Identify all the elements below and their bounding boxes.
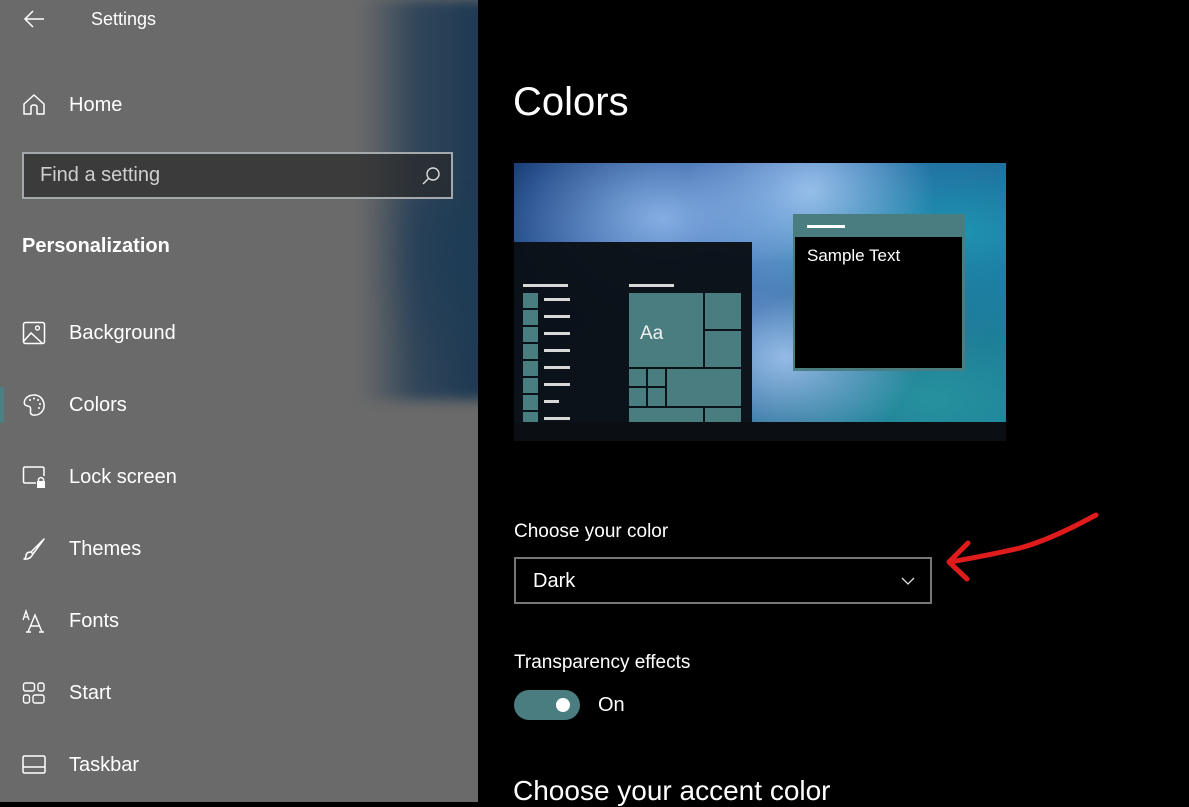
- theme-preview: Aa Sample Text: [514, 163, 1006, 441]
- page-title: Colors: [513, 80, 629, 124]
- preview-taskbar: [514, 422, 1006, 441]
- sidebar-item-label: Fonts: [69, 610, 120, 632]
- search-icon[interactable]: [421, 166, 441, 186]
- preview-app-square: [523, 293, 538, 308]
- accent-color-heading: Choose your accent color: [513, 775, 831, 806]
- palette-icon: [23, 394, 45, 416]
- preview-tile: [705, 331, 741, 367]
- preview-tile: [629, 388, 646, 406]
- choose-color-label: Choose your color: [514, 521, 669, 542]
- preview-start-menu: [514, 242, 752, 428]
- sidebar-item-label: Background: [69, 322, 176, 344]
- preview-line: [544, 315, 570, 318]
- preview-app-square: [523, 327, 538, 342]
- preview-window-body: Sample Text: [795, 237, 962, 368]
- sidebar-item-colors[interactable]: Colors: [0, 380, 478, 430]
- sidebar-item-background[interactable]: Background: [0, 308, 478, 358]
- sidebar-item-label: Start: [69, 682, 112, 704]
- search-box: [22, 152, 453, 199]
- home-icon: [23, 94, 45, 115]
- preview-tile: [667, 369, 741, 406]
- title-bar: Settings: [0, 0, 478, 40]
- search-input[interactable]: [40, 154, 410, 197]
- toggle-knob: [556, 698, 570, 712]
- sidebar: Settings Home Personalization Background: [0, 0, 478, 802]
- toggle-state-label: On: [598, 694, 625, 716]
- preview-line: [629, 284, 674, 287]
- sidebar-item-fonts[interactable]: Fonts: [0, 596, 478, 646]
- preview-line: [544, 383, 570, 386]
- sidebar-item-lock-screen[interactable]: Lock screen: [0, 452, 478, 502]
- chevron-down-icon: [901, 577, 915, 585]
- fonts-icon: [22, 609, 44, 633]
- preview-sample-text: Sample Text: [807, 246, 901, 265]
- sidebar-item-label: Themes: [69, 538, 142, 560]
- main-content: Colors Aa Sample Text Choose your color …: [478, 0, 1189, 806]
- choose-color-dropdown[interactable]: Dark: [514, 557, 932, 604]
- preview-app-square: [523, 344, 538, 359]
- preview-line: [544, 349, 570, 352]
- preview-tile: [629, 369, 646, 386]
- preview-line: [544, 366, 570, 369]
- active-indicator: [0, 387, 4, 423]
- preview-tile-text: Aa: [640, 323, 664, 344]
- start-tiles-icon: [22, 682, 45, 704]
- preview-line: [544, 298, 570, 301]
- transparency-toggle[interactable]: [514, 690, 580, 720]
- picture-icon: [22, 321, 46, 345]
- preview-tile: [705, 293, 741, 329]
- preview-line: [544, 400, 559, 403]
- preview-title-line: [807, 225, 845, 228]
- sidebar-item-label: Lock screen: [69, 466, 177, 488]
- taskbar-icon: [22, 755, 46, 774]
- back-button[interactable]: [22, 6, 48, 32]
- brush-icon: [23, 538, 45, 560]
- sidebar-item-label: Home: [69, 94, 123, 116]
- preview-app-square: [523, 361, 538, 376]
- preview-app-square: [523, 378, 538, 393]
- preview-tile: [648, 369, 665, 386]
- transparency-label: Transparency effects: [514, 652, 691, 673]
- sidebar-item-label: Colors: [69, 394, 127, 416]
- sidebar-item-taskbar[interactable]: Taskbar: [0, 740, 478, 790]
- preview-app-square: [523, 310, 538, 325]
- sidebar-item-home[interactable]: Home: [0, 80, 478, 130]
- preview-window: Sample Text: [793, 214, 965, 371]
- back-arrow-icon: [23, 10, 44, 28]
- sidebar-item-start[interactable]: Start: [0, 668, 478, 718]
- preview-app-square: [523, 395, 538, 410]
- preview-line: [544, 332, 570, 335]
- sidebar-item-themes[interactable]: Themes: [0, 524, 478, 574]
- preview-tile: [648, 388, 665, 406]
- preview-line: [523, 284, 568, 287]
- app-title: Settings: [91, 9, 157, 29]
- dropdown-value: Dark: [533, 570, 576, 592]
- sidebar-item-label: Taskbar: [69, 754, 140, 776]
- preview-line: [544, 417, 570, 420]
- section-title: Personalization: [22, 235, 170, 257]
- lock-screen-icon: [22, 466, 45, 488]
